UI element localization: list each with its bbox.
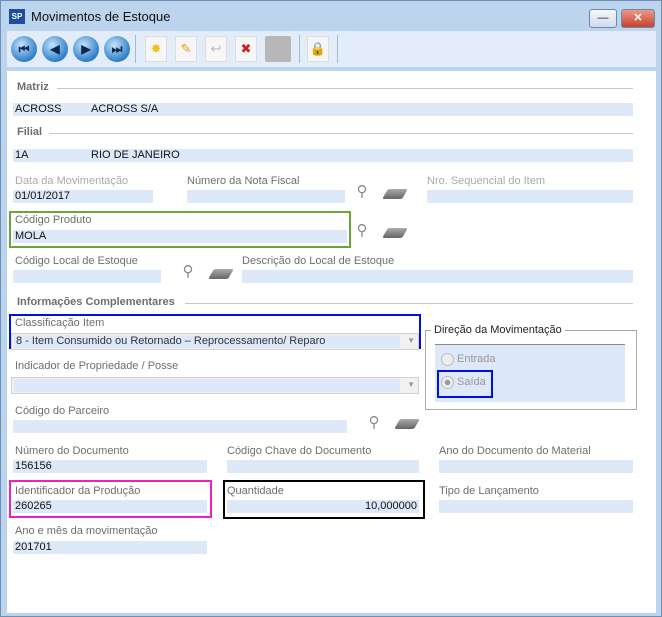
lock-icon[interactable]: 🔒 <box>307 36 329 62</box>
last-record-icon[interactable]: ⏭ <box>104 36 130 62</box>
num-doc-input[interactable]: 156156 <box>13 460 207 473</box>
entrada-label: Entrada <box>457 353 496 365</box>
num-doc-label: Número do Documento <box>15 445 129 457</box>
indicador-label: Indicador de Propriedade / Posse <box>15 360 179 372</box>
divider <box>49 133 633 134</box>
direcao-title: Direção da Movimentação <box>431 324 565 336</box>
divider <box>185 303 633 304</box>
search-icon[interactable]: ⚲ <box>365 414 383 432</box>
tipo-lanc-input[interactable] <box>439 500 633 513</box>
ident-prod-input[interactable]: 260265 <box>13 500 207 513</box>
undo-icon[interactable]: ↩ <box>205 36 227 62</box>
highlight-box-blue <box>437 370 493 398</box>
matriz-header: Matriz <box>17 81 49 93</box>
chevron-down-icon: ▼ <box>407 336 415 345</box>
data-mov-label: Data da Movimentação <box>15 175 129 187</box>
ident-prod-label: Identificador da Produção <box>15 485 141 497</box>
search-icon[interactable]: ⚲ <box>353 183 371 201</box>
quantidade-input[interactable]: 10,000000 <box>227 500 419 513</box>
toolbar-separator <box>135 35 136 63</box>
window: SP Movimentos de Estoque — ✕ ⏮ ◀ ▶ ⏭ ✸ ✎… <box>0 0 662 617</box>
nota-fiscal-label: Número da Nota Fiscal <box>187 175 300 187</box>
nota-fiscal-input[interactable] <box>187 190 345 203</box>
toolbar-separator <box>337 35 338 63</box>
ano-doc-label: Ano do Documento do Material <box>439 445 591 457</box>
info-complementares-header: Informações Complementares <box>17 296 175 308</box>
indicador-select[interactable]: ▼ <box>11 377 419 394</box>
data-mov-input[interactable]: 01/01/2017 <box>13 190 153 203</box>
toolbar-separator <box>299 35 300 63</box>
filial-header: Filial <box>17 126 43 138</box>
filial-code: 1A <box>15 149 29 161</box>
save-icon[interactable] <box>265 36 291 62</box>
cod-local-label: Código Local de Estoque <box>15 255 138 267</box>
title-bar: SP Movimentos de Estoque — ✕ <box>1 1 661 31</box>
matriz-name: ACROSS S/A <box>91 103 159 115</box>
app-logo-icon: SP <box>9 9 25 24</box>
cod-parceiro-label: Código do Parceiro <box>15 405 110 417</box>
window-title: Movimentos de Estoque <box>31 9 171 24</box>
classificacao-value: 8 - Item Consumido ou Retornado – Reproc… <box>14 335 400 348</box>
desc-local-label: Descrição do Local de Estoque <box>242 255 395 267</box>
search-icon[interactable]: ⚲ <box>353 222 371 240</box>
search-icon[interactable]: ⚲ <box>179 263 197 281</box>
chevron-down-icon: ▼ <box>407 380 415 389</box>
cod-produto-label: Código Produto <box>15 214 92 226</box>
previous-record-icon[interactable]: ◀ <box>42 36 68 62</box>
first-record-icon[interactable]: ⏮ <box>11 36 37 62</box>
ano-mes-label: Ano e mês da movimentação <box>15 525 158 537</box>
desc-local-input[interactable] <box>242 270 633 283</box>
edit-record-icon[interactable]: ✎ <box>175 36 197 62</box>
nro-seq-input[interactable] <box>427 190 633 203</box>
classificacao-select[interactable]: 8 - Item Consumido ou Retornado – Reproc… <box>11 333 419 350</box>
quantidade-label: Quantidade <box>227 485 284 497</box>
matriz-code: ACROSS <box>15 103 62 115</box>
entrada-radio[interactable] <box>441 353 454 366</box>
chave-doc-label: Código Chave do Documento <box>227 445 372 457</box>
cod-local-input[interactable] <box>13 270 161 283</box>
divider <box>57 88 633 89</box>
chave-doc-input[interactable] <box>227 460 419 473</box>
indicador-value <box>14 379 400 392</box>
minimize-button[interactable]: — <box>589 9 617 28</box>
classificacao-label: Classificação Item <box>15 317 105 329</box>
new-record-icon[interactable]: ✸ <box>145 36 167 62</box>
nro-seq-label: Nro. Sequencial do Item <box>427 175 546 187</box>
ano-mes-input[interactable]: 201701 <box>13 541 207 554</box>
next-record-icon[interactable]: ▶ <box>73 36 99 62</box>
tipo-lanc-label: Tipo de Lançamento <box>439 485 539 497</box>
delete-record-icon[interactable]: ✖ <box>235 36 257 62</box>
close-button[interactable]: ✕ <box>621 9 655 28</box>
toolbar: ⏮ ◀ ▶ ⏭ ✸ ✎ ↩ ✖ 🔒 <box>7 31 656 67</box>
ano-doc-input[interactable] <box>439 460 633 473</box>
filial-name: RIO DE JANEIRO <box>91 149 180 161</box>
cod-parceiro-input[interactable] <box>13 420 347 433</box>
cod-produto-input[interactable]: MOLA <box>13 230 347 243</box>
